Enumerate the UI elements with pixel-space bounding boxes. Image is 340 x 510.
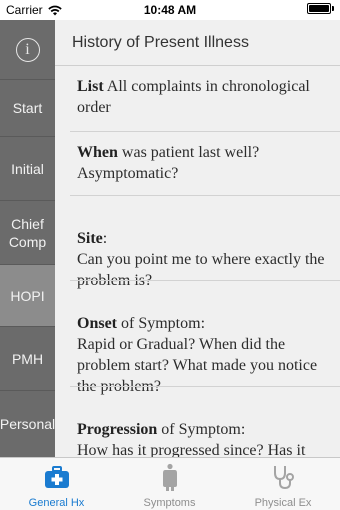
body-icon — [162, 463, 177, 491]
page-title: History of Present Illness — [72, 34, 249, 51]
sidebar-item-label: PMH — [11, 350, 44, 367]
row-keyword: When — [77, 144, 118, 161]
row-keyword: Site — [77, 230, 103, 247]
tab-general-hx[interactable]: General Hx — [0, 458, 113, 510]
row-text: All complaints in chronological order — [77, 78, 310, 116]
info-icon: i — [15, 37, 40, 62]
tab-label: Symptoms — [143, 497, 196, 509]
status-bar: Carrier 10:48 AM — [0, 0, 340, 20]
row-keyword: Onset — [77, 315, 117, 332]
sidebar-item-hopi[interactable]: HOPI — [0, 265, 55, 327]
row-divider — [70, 280, 340, 281]
row-keyword: List — [77, 78, 104, 95]
sidebar-item-label: Initial — [11, 160, 44, 177]
tab-label: General Hx — [28, 497, 85, 509]
row-divider — [70, 195, 340, 196]
sidebar-info-button[interactable]: i — [0, 20, 55, 80]
list-item[interactable]: Site: Can you point me to where exactly … — [77, 207, 327, 291]
sidebar-item-start[interactable]: Start — [0, 80, 55, 137]
row-keyword: Progression — [77, 421, 158, 438]
sidebar-item-label: HOPI — [10, 287, 45, 304]
sidebar-item-pmh[interactable]: PMH — [0, 327, 55, 391]
sidebar-item-chief-comp[interactable]: Chief Comp — [0, 201, 55, 265]
sidebar-item-label: Personal — [0, 416, 56, 432]
list-item[interactable]: When was patient last well? Asymptomatic… — [77, 142, 327, 184]
battery-tip — [332, 6, 334, 11]
row-divider — [70, 131, 340, 132]
status-time: 10:48 AM — [143, 3, 197, 17]
stethoscope-icon — [274, 466, 294, 490]
medical-kit-icon — [44, 466, 69, 488]
sidebar-item-initial[interactable]: Initial — [0, 137, 55, 201]
row-divider — [70, 386, 340, 387]
list-item[interactable]: Progression of Symptom: How has it progr… — [77, 398, 327, 457]
tab-symptoms[interactable]: Symptoms — [113, 458, 226, 510]
main-content: History of Present Illness List All comp… — [55, 20, 340, 457]
status-right — [307, 3, 334, 14]
tab-label: Physical Ex — [254, 497, 312, 509]
tab-bar: General Hx Symptoms Physical Ex — [0, 457, 340, 510]
sidebar-item-label: Start — [12, 100, 43, 116]
sidebar: i Start Initial Chief Comp HOPI PMH Pers… — [0, 20, 55, 457]
list-item[interactable]: Onset of Symptom: Rapid or Gradual? When… — [77, 292, 327, 397]
sidebar-item-label: Chief Comp — [8, 215, 47, 250]
tab-physical-ex[interactable]: Physical Ex — [226, 458, 340, 510]
battery-icon — [307, 3, 331, 14]
list-item[interactable]: List All complaints in chronological ord… — [77, 76, 327, 118]
sidebar-item-personal[interactable]: Personal — [0, 391, 55, 457]
page-header: History of Present Illness — [55, 20, 340, 66]
